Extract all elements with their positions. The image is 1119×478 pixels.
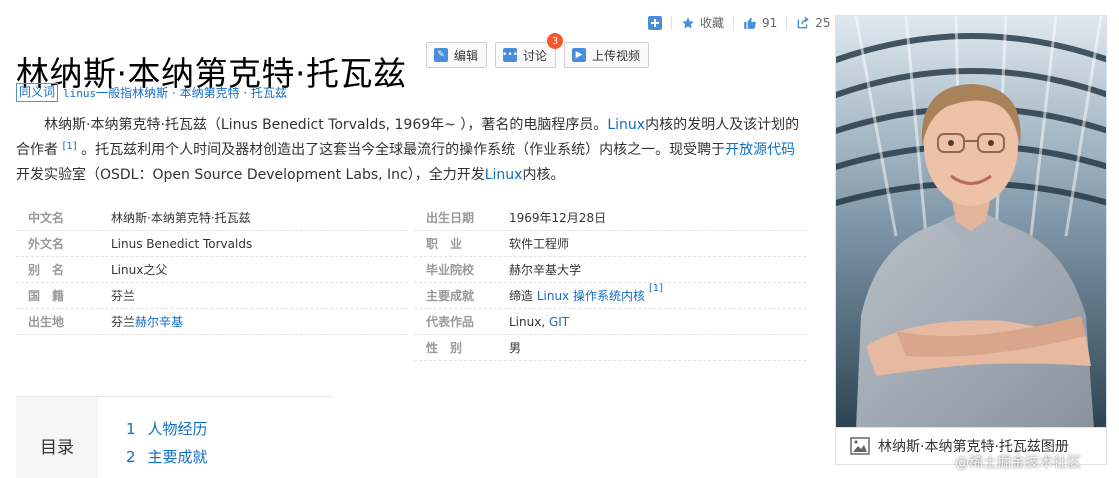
info-key: 外文名 <box>28 237 65 251</box>
discuss-button[interactable]: ••• 讨论 3 <box>495 33 564 68</box>
info-row: 国 籍 芬兰 <box>16 283 408 309</box>
share-button[interactable]: 25 <box>796 15 831 30</box>
pencil-icon: ✎ <box>434 48 448 62</box>
upload-video-button[interactable]: ▶ 上传视频 <box>564 42 650 68</box>
achievement-prefix: 缔造 <box>509 289 537 303</box>
reference-link[interactable]: [1] <box>62 141 76 152</box>
works-plain: Linux, <box>509 314 549 329</box>
profile-photo[interactable] <box>835 15 1107 428</box>
linux-kernel-link[interactable]: Linux 操作系统内核 <box>537 289 645 303</box>
favorite-button[interactable]: 收藏 <box>681 14 724 31</box>
info-value: 缔造 Linux 操作系统内核 [1] <box>509 283 663 304</box>
synonym-prefix: linus <box>63 87 97 100</box>
toc-item[interactable]: 2 主要成就 <box>126 443 208 471</box>
toc-item[interactable]: 1 人物经历 <box>126 415 208 443</box>
like-button[interactable]: 91 <box>743 16 777 30</box>
info-value: 林纳斯·本纳第克特·托瓦兹 <box>111 211 251 225</box>
summary-text-4: 开发实验室（OSDL：Open Source Development Labs,… <box>16 167 485 183</box>
info-key: 代表作品 <box>426 315 475 329</box>
birthplace-country: 芬兰 <box>111 315 136 329</box>
summary-text-5: 内核。 <box>522 167 565 183</box>
divider <box>671 15 672 30</box>
info-key: 主要成就 <box>426 289 475 303</box>
synonym-tag[interactable]: 同义词 <box>16 83 59 102</box>
birthplace-city-link[interactable]: 赫尔辛基 <box>135 315 183 329</box>
info-column-right: 出生日期 1969年12月28日 职 业 软件工程师 毕业院校 赫尔辛基大学 主… <box>414 205 806 361</box>
summary-text-1: 林纳斯·本纳第克特·托瓦兹（Linus Benedict Torvalds, 1… <box>44 117 608 133</box>
thumbs-up-icon <box>744 17 756 29</box>
linux-link[interactable]: Linux <box>607 117 645 133</box>
summary-text-3: 。托瓦兹利用个人时间及器材创造出了这套当今全球最流行的操作系统（作业系统）内核之… <box>76 142 726 158</box>
table-of-contents: 目录 1 人物经历 2 主要成就 <box>16 396 333 478</box>
info-key: 毕业院校 <box>426 263 475 277</box>
info-key: 中文名 <box>28 211 65 225</box>
nationality-link[interactable]: 芬兰 <box>111 287 135 304</box>
toc-label: 目录 <box>16 397 98 478</box>
toc-item-number: 2 <box>126 448 136 466</box>
info-value: Linux, GIT <box>509 315 569 329</box>
chat-icon: ••• <box>502 48 518 62</box>
portrait-image <box>836 16 1106 427</box>
info-value: 1969年12月28日 <box>509 211 607 225</box>
synonym-link[interactable]: linus一般指林纳斯 · 本纳第克特 · 托瓦兹 <box>63 84 287 101</box>
git-link[interactable]: GIT <box>549 315 569 329</box>
favorite-label: 收藏 <box>700 16 725 30</box>
top-tools: 收藏 91 25 <box>648 14 831 31</box>
info-row: 毕业院校 赫尔辛基大学 <box>414 257 806 283</box>
info-row: 别 名 Linux之父 <box>16 257 408 283</box>
info-key: 别 名 <box>28 263 65 277</box>
add-to-list-button[interactable] <box>648 15 662 30</box>
edit-label: 编辑 <box>454 48 479 63</box>
info-key: 国 籍 <box>28 289 65 303</box>
toc-item-number: 1 <box>126 420 136 438</box>
info-row: 代表作品 Linux, GIT <box>414 309 806 335</box>
occupation-link[interactable]: 软件工程师 <box>509 235 569 252</box>
synonym-text: 一般指林纳斯 · 本纳第克特 · 托瓦兹 <box>96 86 288 100</box>
info-row: 性 别 男 <box>414 335 806 361</box>
basic-info-table: 中文名 林纳斯·本纳第克特·托瓦兹 外文名 Linus Benedict Tor… <box>16 205 806 361</box>
discuss-count-badge: 3 <box>547 33 564 49</box>
info-row: 出生地 芬兰赫尔辛基 <box>16 309 408 335</box>
watermark: @稀土掘金技术社区 <box>955 455 1081 471</box>
play-icon: ▶ <box>572 48 587 62</box>
share-count: 25 <box>815 15 831 30</box>
school-link[interactable]: 赫尔辛基大学 <box>509 261 581 278</box>
info-key: 出生日期 <box>426 211 475 225</box>
info-row: 中文名 林纳斯·本纳第克特·托瓦兹 <box>16 205 408 231</box>
divider <box>786 15 788 30</box>
info-row: 外文名 Linus Benedict Torvalds <box>16 231 408 257</box>
info-value: 男 <box>509 341 522 355</box>
info-column-left: 中文名 林纳斯·本纳第克特·托瓦兹 外文名 Linus Benedict Tor… <box>16 205 408 361</box>
star-icon <box>682 16 694 29</box>
discuss-label: 讨论 <box>523 48 548 63</box>
info-value: Linux之父 <box>111 263 168 277</box>
edit-button[interactable]: ✎ 编辑 <box>426 42 488 68</box>
info-value: Linus Benedict Torvalds <box>111 236 253 251</box>
divider <box>733 15 735 30</box>
info-key: 出生地 <box>28 315 65 329</box>
info-key: 性 别 <box>426 341 463 355</box>
share-icon <box>797 16 810 28</box>
info-row: 出生日期 1969年12月28日 <box>414 205 806 231</box>
image-gallery-icon <box>850 437 870 455</box>
toc-item-text: 主要成就 <box>147 448 208 466</box>
toc-list: 1 人物经历 2 主要成就 <box>98 397 208 478</box>
upload-video-label: 上传视频 <box>592 48 641 63</box>
linux-link[interactable]: Linux <box>485 167 523 183</box>
synonym-line: 同义词 linus一般指林纳斯 · 本纳第克特 · 托瓦兹 <box>16 83 287 102</box>
info-row: 主要成就 缔造 Linux 操作系统内核 [1] <box>414 283 806 309</box>
info-row: 职 业 软件工程师 <box>414 231 806 257</box>
title-actions: ✎ 编辑 ••• 讨论 3 ▶ 上传视频 <box>426 33 657 68</box>
summary-paragraph: 林纳斯·本纳第克特·托瓦兹（Linus Benedict Torvalds, 1… <box>16 113 806 188</box>
reference-link[interactable]: [1] <box>649 283 663 294</box>
info-key: 职 业 <box>426 237 463 251</box>
like-count: 91 <box>762 15 778 30</box>
toc-item-text: 人物经历 <box>147 420 208 438</box>
info-value: 芬兰赫尔辛基 <box>111 313 183 330</box>
plus-square-icon <box>648 15 662 30</box>
open-source-link[interactable]: 开放源代码 <box>725 142 795 158</box>
